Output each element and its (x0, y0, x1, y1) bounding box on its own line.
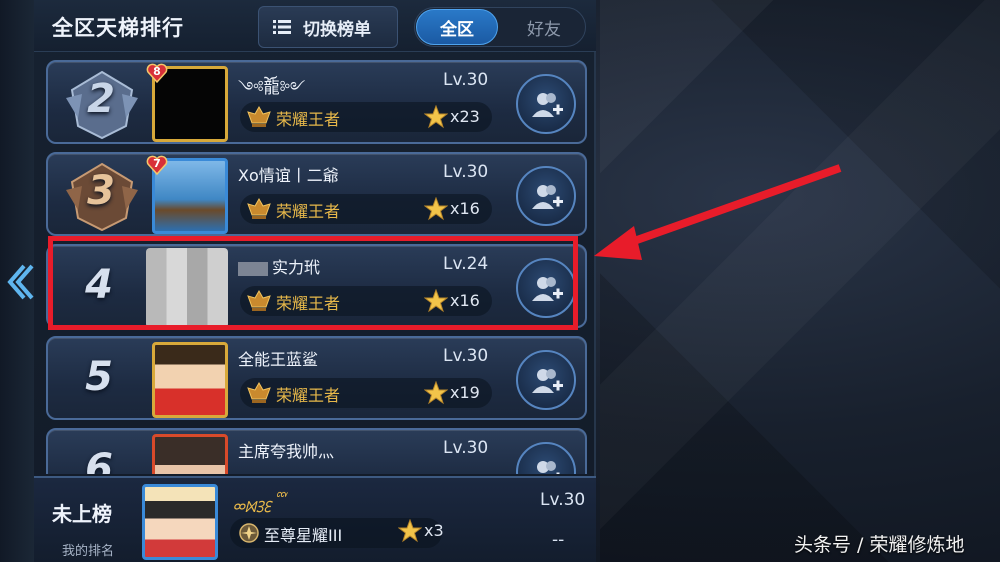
add-friend-button[interactable] (516, 74, 576, 134)
add-friend-icon (532, 277, 563, 301)
player-level: Lv.30 (443, 70, 489, 90)
tab-all-region[interactable]: 全区 (416, 9, 498, 45)
heart-count-badge: 7 (146, 154, 168, 176)
my-tier-label: 至尊星耀III (264, 526, 343, 545)
add-friend-button[interactable] (516, 442, 576, 474)
my-rank-label: 我的排名 (62, 544, 115, 559)
starshine-tier-icon (239, 523, 259, 543)
rank-number: 3 (87, 168, 115, 214)
king-tier-icon (247, 381, 271, 403)
heart-count-badge: 8 (146, 62, 168, 84)
list-item[interactable]: 3 7 Xo情谊丨二爺 Lv.30 荣耀王者 x16 (46, 152, 587, 236)
list-item[interactable]: 6 主席夸我帅灬 Lv.30 (46, 428, 587, 474)
player-level: Lv.24 (443, 254, 489, 274)
player-level: Lv.30 (443, 162, 489, 182)
tab-friends[interactable]: 好友 (504, 9, 584, 45)
player-name-text: 实力玳 (272, 258, 321, 277)
red-arrow-icon (594, 164, 842, 260)
switch-list-button[interactable]: 切换榜单 (258, 6, 398, 48)
star-count: x16 (450, 291, 480, 310)
star-icon (424, 105, 448, 129)
my-rank-value: -- (552, 530, 565, 550)
unranked-label: 未上榜 (52, 502, 112, 526)
player-name: 全能王蓝鲨 (238, 350, 319, 369)
rank-number: 4 (85, 262, 113, 308)
heart-count: 7 (153, 157, 161, 170)
list-item[interactable]: 2 8 ༺ོ龍༻ Lv.30 荣耀王者 x23 (46, 60, 587, 144)
background-art (600, 0, 1000, 562)
add-friend-button[interactable] (516, 166, 576, 226)
king-tier-icon (247, 289, 271, 311)
add-friend-button[interactable] (516, 258, 576, 318)
star-count: x19 (450, 383, 480, 402)
star-icon (424, 197, 448, 221)
avatar[interactable] (152, 342, 228, 418)
name-redaction (238, 261, 268, 276)
my-rank-bar: 未上榜 我的排名 ᢁᢂᢃᢄᢅ Lv.30 至尊星耀III x3 -- (34, 476, 596, 562)
heart-count: 8 (153, 65, 161, 78)
my-avatar[interactable] (142, 484, 218, 560)
star-icon (424, 381, 448, 405)
list-icon (273, 20, 291, 34)
tier-label: 荣耀王者 (276, 386, 341, 405)
star-count: x23 (450, 107, 480, 126)
list-item[interactable]: 5 全能王蓝鲨 Lv.30 荣耀王者 x19 (46, 336, 587, 420)
tier-label: 荣耀王者 (276, 202, 341, 221)
player-level: Lv.30 (443, 346, 489, 366)
avatar[interactable] (146, 248, 228, 328)
king-tier-icon (247, 105, 271, 127)
rank-number: 6 (85, 446, 113, 474)
player-level: Lv.30 (443, 438, 489, 458)
list-item[interactable]: 4 实力玳 Lv.24 荣耀王者 x16 (46, 244, 587, 328)
star-icon (398, 519, 422, 543)
page-title: 全区天梯排行 (52, 16, 184, 40)
my-star-count: x3 (424, 521, 444, 540)
rank-number: 5 (85, 354, 113, 400)
my-player-name: ᢁᢂᢃᢄᢅ (232, 498, 271, 517)
star-count: x16 (450, 199, 480, 218)
player-name: Xo情谊丨二爺 (238, 166, 339, 185)
watermark: 头条号 / 荣耀修炼地 (794, 534, 965, 556)
switch-list-label: 切换榜单 (303, 19, 371, 40)
collapse-arrow-icon[interactable] (4, 262, 34, 302)
player-name: 实力玳 (238, 254, 320, 278)
add-friend-icon (532, 93, 563, 117)
add-friend-icon (537, 461, 560, 474)
add-friend-icon (532, 369, 563, 393)
star-icon (424, 289, 448, 313)
ranking-list: 2 8 ༺ོ龍༻ Lv.30 荣耀王者 x23 3 7 Xo情谊丨二爺 Lv.3… (34, 52, 596, 474)
add-friend-icon (532, 185, 563, 209)
add-friend-button[interactable] (516, 350, 576, 410)
tier-label: 荣耀王者 (276, 110, 341, 129)
rank-number: 2 (87, 76, 115, 122)
avatar[interactable] (152, 434, 228, 474)
player-name: 主席夸我帅灬 (238, 442, 335, 461)
tier-label: 荣耀王者 (276, 294, 341, 313)
king-tier-icon (247, 197, 271, 219)
my-player-level: Lv.30 (540, 490, 586, 510)
